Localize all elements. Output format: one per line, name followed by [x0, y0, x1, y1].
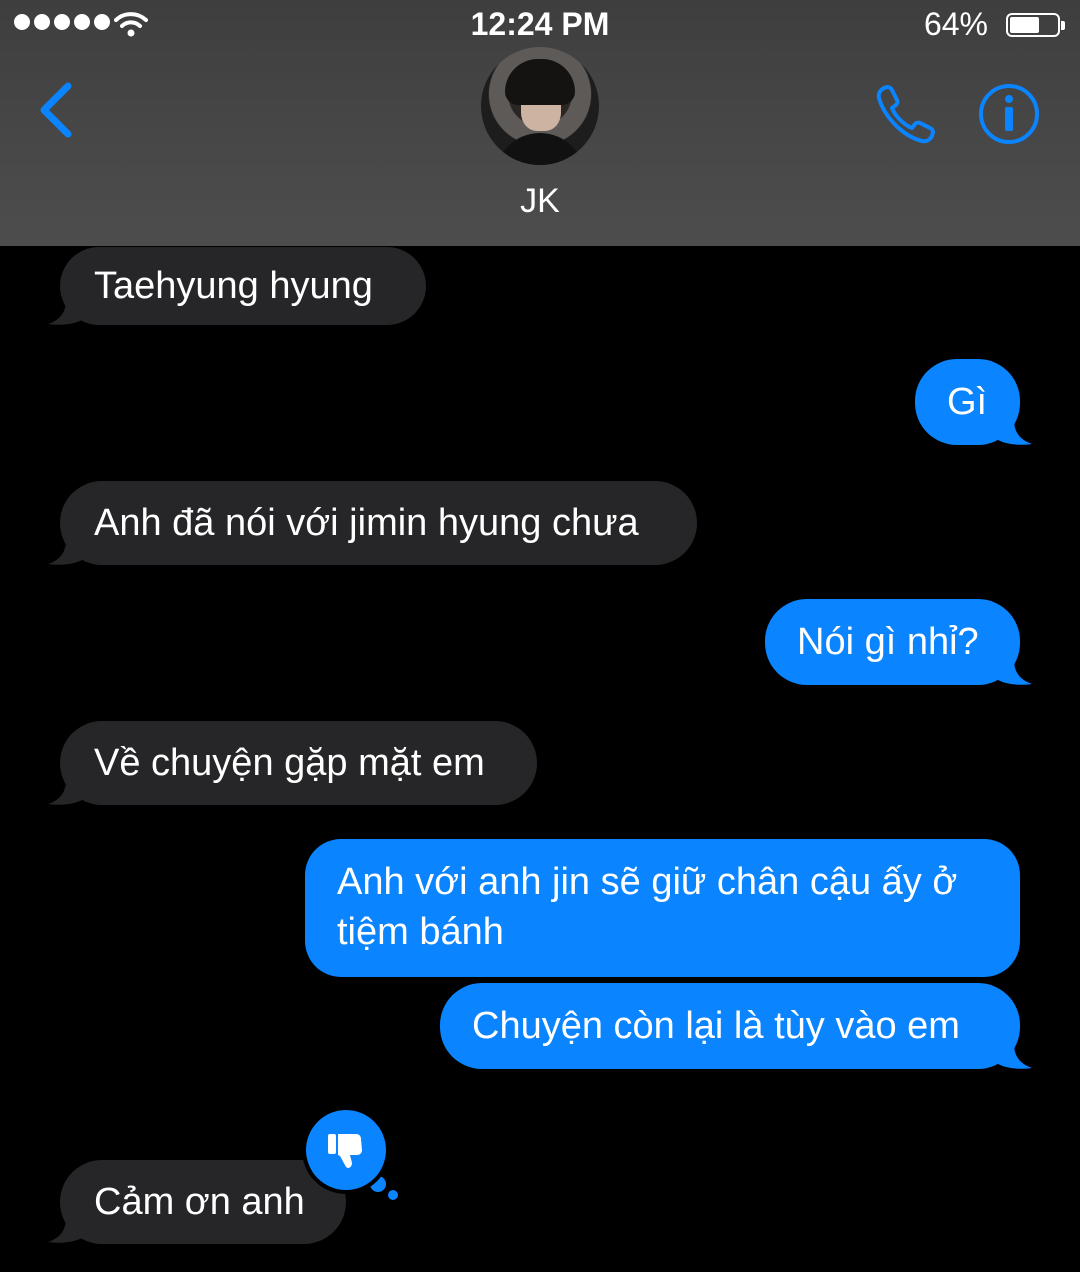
message-reaction[interactable] — [306, 1110, 386, 1190]
incoming-message[interactable]: Cảm ơn anh — [60, 1160, 346, 1244]
bubble-tail — [48, 300, 82, 325]
outgoing-message[interactable]: Nói gì nhỉ? — [765, 599, 1020, 685]
bubble-tail — [998, 1044, 1032, 1069]
contact-avatar[interactable] — [481, 47, 599, 165]
chevron-left-icon — [40, 82, 72, 138]
bubble-tail — [998, 660, 1032, 685]
info-button[interactable] — [978, 83, 1040, 145]
incoming-message[interactable]: Về chuyện gặp mặt em — [60, 721, 537, 805]
bubble-tail — [998, 420, 1032, 445]
message-text: Taehyung hyung — [94, 265, 373, 307]
contact-name[interactable]: JK — [0, 182, 1080, 221]
messages-screen: 12:24 PM 64% JK Taehyung hyung Gì Anh đã… — [0, 0, 1080, 1272]
phone-icon — [876, 85, 935, 144]
status-bar: 12:24 PM 64% — [0, 0, 1080, 50]
message-text: Anh với anh jin sẽ giữ chân cậu ấy ở tiệ… — [337, 861, 958, 953]
outgoing-message[interactable]: Chuyện còn lại là tùy vào em — [440, 983, 1020, 1069]
bubble-tail — [48, 1218, 82, 1243]
message-text: Anh đã nói với jimin hyung chưa — [94, 502, 639, 544]
message-text: Cảm ơn anh — [94, 1181, 305, 1223]
incoming-message[interactable]: Taehyung hyung — [60, 247, 426, 325]
outgoing-message[interactable]: Anh với anh jin sẽ giữ chân cậu ấy ở tiệ… — [305, 839, 1020, 977]
incoming-message[interactable]: Anh đã nói với jimin hyung chưa — [60, 481, 697, 565]
message-text: Gì — [947, 381, 988, 423]
back-button[interactable] — [34, 80, 78, 140]
battery-percent: 64% — [923, 6, 988, 42]
status-time: 12:24 PM — [470, 6, 610, 42]
call-button[interactable] — [874, 82, 938, 146]
conversation-header: 12:24 PM 64% JK — [0, 0, 1080, 246]
battery-icon — [1006, 13, 1065, 37]
thumbs-down-icon — [328, 1134, 362, 1168]
message-text: Nói gì nhỉ? — [797, 621, 979, 663]
message-text: Về chuyện gặp mặt em — [94, 742, 485, 784]
bubble-tail — [48, 780, 82, 805]
bubble-tail — [48, 540, 82, 565]
info-icon — [979, 84, 1039, 144]
message-text: Chuyện còn lại là tùy vào em — [472, 1005, 960, 1047]
